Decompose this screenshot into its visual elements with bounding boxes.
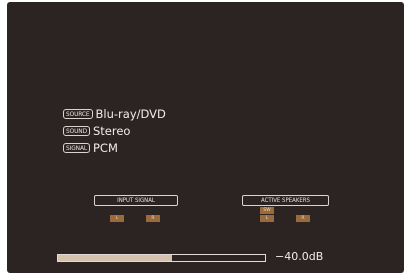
- speaker-channel-l: L: [260, 215, 274, 222]
- input-channel-r: R: [146, 215, 160, 222]
- volume-level-text: −40.0dB: [275, 250, 324, 263]
- source-tag: SOURCE: [63, 109, 93, 119]
- status-display: SOURCE Blu-ray/DVD SOUND Stereo SIGNAL P…: [7, 2, 404, 273]
- input-channel-l: L: [110, 215, 124, 222]
- volume-bar: [57, 254, 266, 262]
- input-signal-label: INPUT SIGNAL: [94, 195, 178, 206]
- signal-value: PCM: [93, 141, 118, 155]
- active-speakers-label: ACTIVE SPEAKERS: [242, 195, 329, 206]
- signal-tag: SIGNAL: [63, 143, 90, 153]
- source-row: SOURCE Blu-ray/DVD: [63, 107, 166, 121]
- speaker-channel-r: R: [296, 215, 310, 222]
- source-value: Blu-ray/DVD: [95, 107, 166, 121]
- sound-value: Stereo: [92, 124, 131, 138]
- signal-row: SIGNAL PCM: [63, 141, 118, 155]
- sound-row: SOUND Stereo: [63, 124, 130, 138]
- volume-bar-fill: [58, 255, 172, 261]
- sound-tag: SOUND: [63, 126, 90, 136]
- speaker-channel-sw: SW: [260, 207, 274, 214]
